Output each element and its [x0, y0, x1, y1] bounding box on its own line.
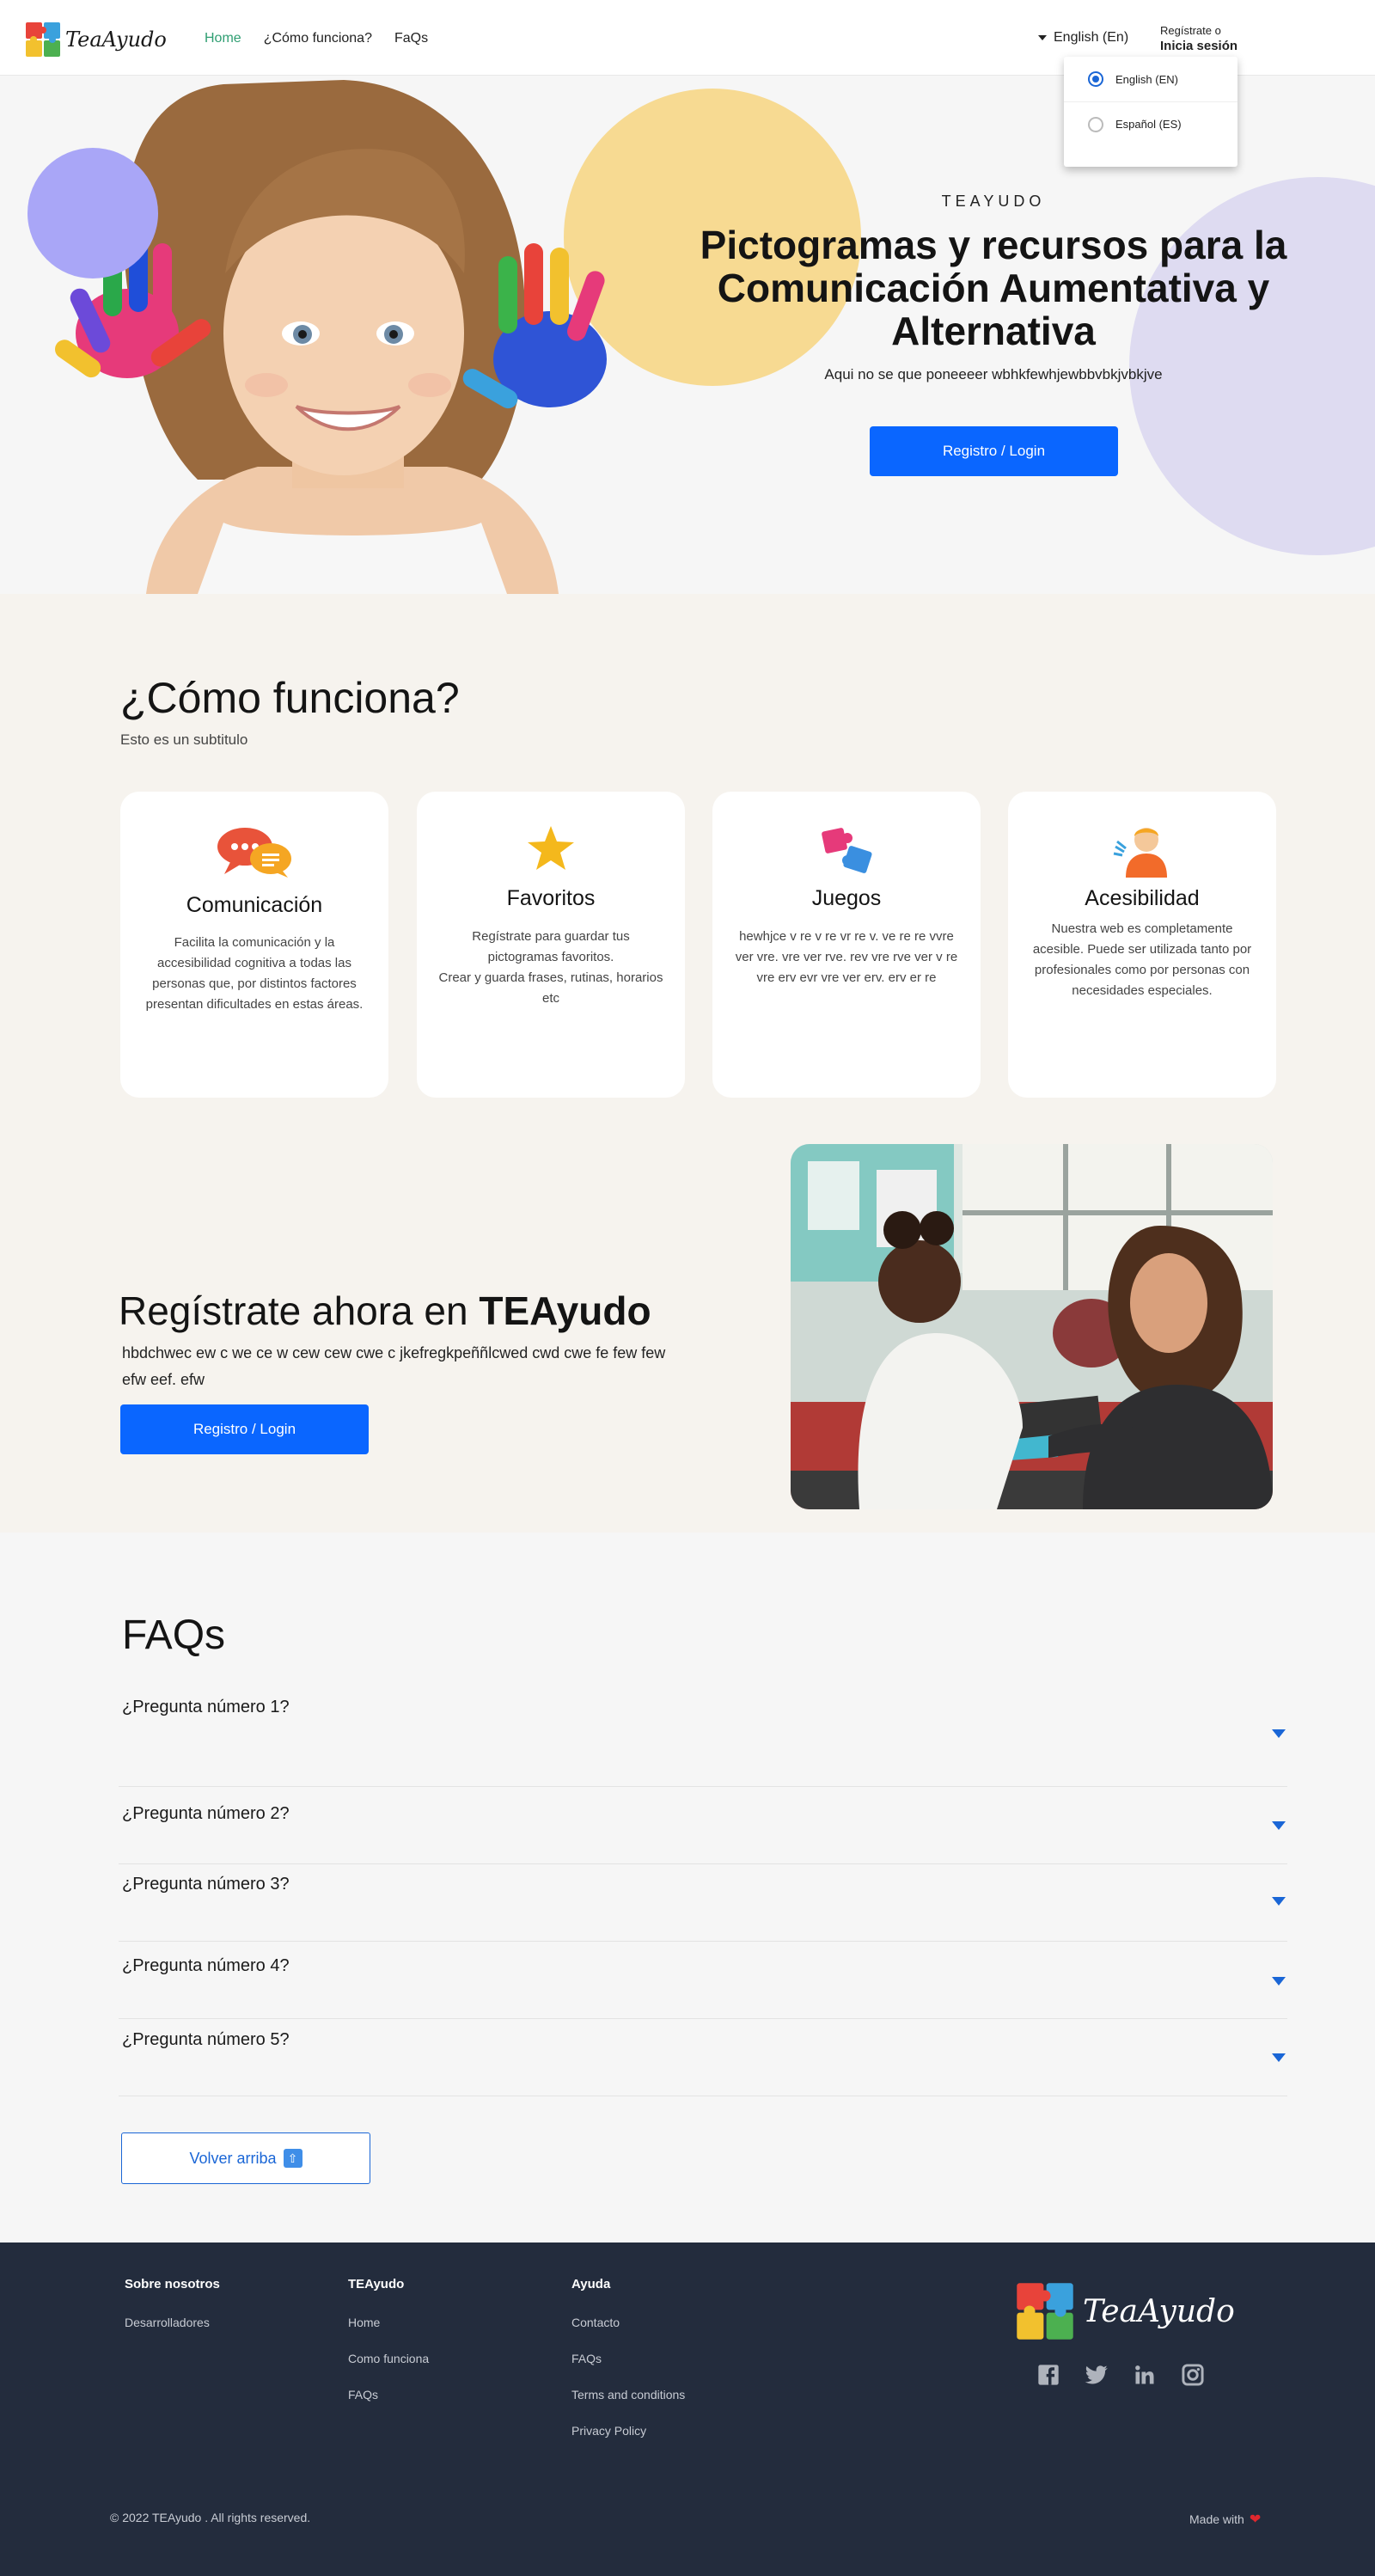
register-login-button[interactable]: Registro / Login	[120, 1404, 369, 1454]
faq-item[interactable]: ¿Pregunta número 1?	[119, 1696, 1287, 1787]
faq-section: FAQs ¿Pregunta número 1? ¿Pregunta númer…	[0, 1533, 1375, 2243]
footer-link-home[interactable]: Home	[348, 2316, 429, 2329]
decorative-purple-circle	[28, 148, 158, 278]
back-to-top-button[interactable]: Volver arriba ⇧	[121, 2132, 370, 2184]
linkedin-icon[interactable]	[1133, 2363, 1157, 2387]
feature-card-acesibilidad: Acesibilidad Nuestra web es completament…	[1008, 792, 1276, 1098]
footer-column-sobre-nosotros: Sobre nosotros Desarrolladores	[125, 2277, 220, 2352]
accessibility-person-icon	[1008, 824, 1276, 879]
facebook-icon[interactable]	[1036, 2363, 1060, 2387]
language-option-es[interactable]: Español (ES)	[1064, 101, 1238, 146]
faq-question: ¿Pregunta número 4?	[122, 1956, 290, 1975]
caret-down-icon	[1038, 35, 1047, 40]
footer-column-ayuda: Ayuda Contacto FAQs Terms and conditions…	[571, 2277, 685, 2460]
faq-item[interactable]: ¿Pregunta número 2?	[119, 1787, 1287, 1864]
language-toggle[interactable]: English (En)	[1038, 30, 1128, 46]
radio-unselected-icon[interactable]	[1088, 116, 1103, 132]
speech-bubbles-icon	[120, 826, 388, 881]
card-title: Acesibilidad	[1085, 886, 1200, 910]
back-to-top-label: Volver arriba	[189, 2149, 277, 2167]
radio-selected-icon[interactable]	[1088, 71, 1103, 87]
card-title: Juegos	[811, 886, 882, 910]
section-title: ¿Cómo funciona?	[120, 674, 460, 722]
faq-question: ¿Pregunta número 2?	[122, 1804, 290, 1823]
footer-link-terms[interactable]: Terms and conditions	[571, 2388, 685, 2402]
nav-link-home[interactable]: Home	[205, 31, 241, 46]
language-option-en[interactable]: English (EN)	[1064, 57, 1238, 101]
expand-arrow-icon[interactable]	[1272, 1729, 1286, 1738]
faq-question: ¿Pregunta número 3?	[122, 1875, 290, 1894]
footer-brand-name: TeaAyudo	[1083, 2293, 1235, 2329]
feature-card-comunicacion: Comunicación Facilita la comunicación y …	[120, 792, 388, 1098]
hero-eyebrow: TEAYUDO	[941, 193, 1046, 210]
hero-title: Pictogramas y recursos para la Comunicac…	[700, 223, 1287, 353]
register-title-prefix: Regístrate ahora en	[119, 1288, 480, 1333]
made-with-label: Made with	[1189, 2512, 1244, 2526]
nav-link-como-funciona[interactable]: ¿Cómo funciona?	[264, 31, 372, 46]
brand-logo[interactable]: TeaAyudo	[24, 19, 167, 60]
faq-item[interactable]: ¿Pregunta número 4?	[119, 1942, 1287, 2019]
expand-arrow-icon[interactable]	[1272, 1897, 1286, 1906]
feature-card-juegos: Juegos hewhjce v re v re vr re v. ve re …	[712, 792, 981, 1098]
expand-arrow-icon[interactable]	[1272, 1977, 1286, 1986]
faq-question: ¿Pregunta número 1?	[122, 1698, 290, 1716]
classroom-tablet-photo	[791, 1144, 1273, 1509]
faq-item[interactable]: ¿Pregunta número 3?	[119, 1864, 1287, 1942]
footer-column-title: Ayuda	[571, 2277, 611, 2291]
expand-arrow-icon[interactable]	[1272, 2053, 1286, 2062]
footer-column-title: Sobre nosotros	[125, 2277, 220, 2291]
puzzle-logo-icon	[1017, 2283, 1073, 2340]
section-subtitle: Esto es un subtitulo	[120, 731, 248, 748]
feature-card-favoritos: Favoritos Regístrate para guardar tus pi…	[417, 792, 685, 1098]
card-text: Facilita la comunicación y la accesibili…	[145, 935, 364, 1012]
card-title: Favoritos	[506, 886, 596, 910]
footer-link-como-funciona[interactable]: Como funciona	[348, 2352, 429, 2365]
footer-column-teayudo: TEAyudo Home Como funciona FAQs	[348, 2277, 429, 2424]
up-arrow-icon: ⇧	[283, 2149, 302, 2168]
footer-link-contacto[interactable]: Contacto	[571, 2316, 685, 2329]
card-text: hewhjce v re v re vr re v. ve re re vvre…	[735, 929, 958, 985]
hero-register-login-button[interactable]: Registro / Login	[870, 426, 1118, 476]
footer-brand-logo[interactable]: TeaAyudo	[1014, 2280, 1235, 2342]
register-prompt: Regístrate o	[1160, 24, 1221, 37]
register-title-brand: TEAyudo	[479, 1288, 651, 1333]
hero-subtitle: Aqui no se que poneeeer wbhkfewhjewbbvbk…	[824, 366, 1163, 382]
card-text: Regístrate para guardar tus pictogramas …	[438, 929, 663, 1006]
footer-link-faqs[interactable]: FAQs	[571, 2352, 685, 2365]
card-text: Nuestra web es completamente acesible. P…	[1032, 921, 1252, 998]
copyright-text: © 2022 TEAyudo . All rights reserved.	[110, 2511, 311, 2524]
language-option-label: Español (ES)	[1115, 118, 1182, 131]
register-body: hbdchwec ew c we ce w cew cew cwe c jkef…	[122, 1344, 666, 1388]
made-with-text: Made with ❤	[1189, 2511, 1261, 2528]
puzzle-logo-icon	[26, 22, 60, 57]
star-icon	[417, 824, 685, 879]
social-links	[1036, 2363, 1205, 2387]
footer-link-desarrolladores[interactable]: Desarrolladores	[125, 2316, 220, 2329]
expand-arrow-icon[interactable]	[1272, 1821, 1286, 1830]
brand-name: TeaAyudo	[65, 28, 167, 52]
nav-links: Home ¿Cómo funciona? FaQs	[205, 31, 428, 46]
instagram-icon[interactable]	[1181, 2363, 1205, 2387]
auth-link[interactable]: Regístrate o Inicia sesión	[1160, 23, 1238, 54]
site-footer: Sobre nosotros Desarrolladores TEAyudo H…	[0, 2243, 1375, 2576]
language-option-label: English (EN)	[1115, 72, 1178, 86]
login-link[interactable]: Inicia sesión	[1160, 39, 1238, 54]
faq-question: ¿Pregunta número 5?	[122, 2030, 290, 2049]
card-title: Comunicación	[186, 893, 323, 917]
footer-column-title: TEAyudo	[348, 2277, 405, 2291]
heart-icon: ❤	[1249, 2512, 1262, 2527]
language-dropdown: English (EN) Español (ES)	[1064, 57, 1238, 167]
faq-title: FAQs	[122, 1612, 226, 1658]
footer-link-privacy[interactable]: Privacy Policy	[571, 2424, 685, 2438]
puzzle-icon	[712, 824, 981, 879]
language-current: English (En)	[1054, 30, 1129, 45]
how-it-works-section: ¿Cómo funciona? Esto es un subtitulo Com…	[0, 594, 1375, 1533]
faq-item[interactable]: ¿Pregunta número 5?	[119, 2019, 1287, 2096]
nav-link-faqs[interactable]: FaQs	[394, 31, 428, 46]
footer-link-faqs[interactable]: FAQs	[348, 2388, 429, 2402]
twitter-icon[interactable]	[1085, 2363, 1109, 2387]
register-title: Regístrate ahora en TEAyudo	[119, 1288, 651, 1334]
